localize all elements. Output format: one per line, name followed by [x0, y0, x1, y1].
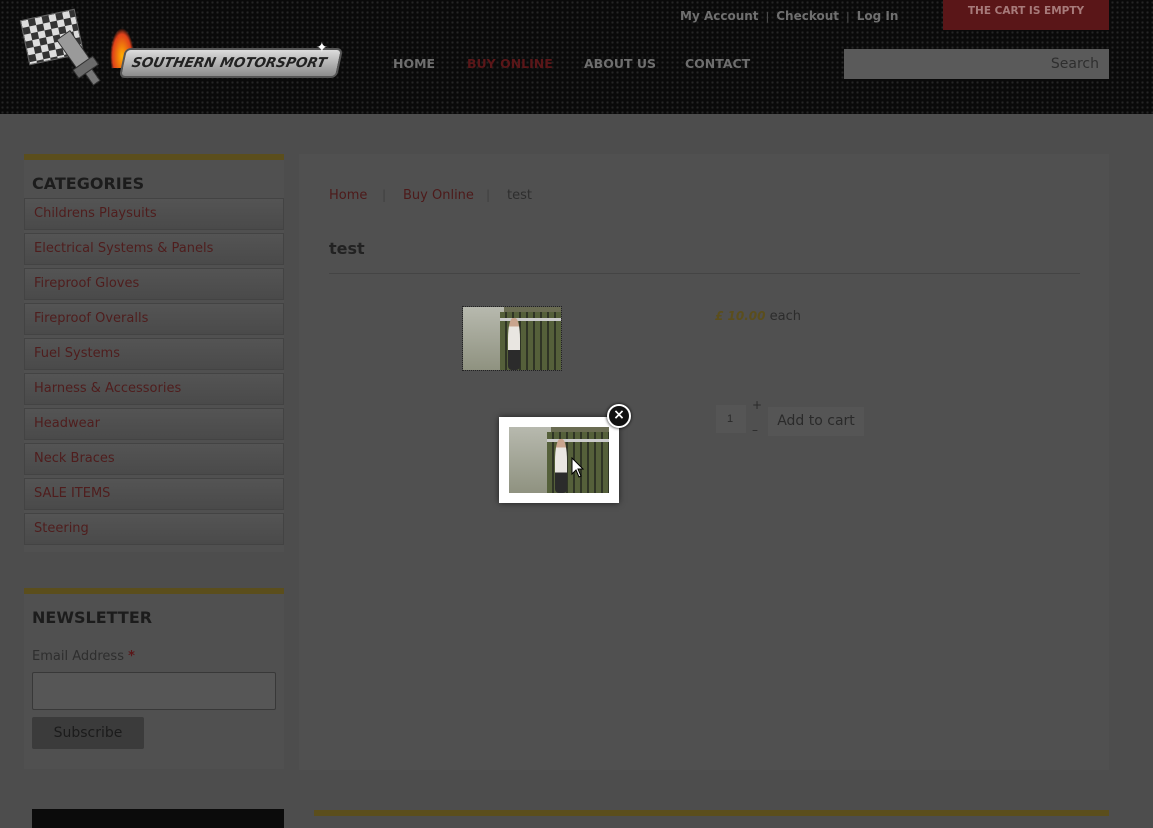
required-marker: * — [128, 649, 135, 664]
account-links: My Account | Checkout | Log In — [680, 9, 898, 23]
product-photo — [463, 307, 561, 370]
checkout-link[interactable]: Checkout — [776, 9, 839, 23]
category-item[interactable]: Headwear — [24, 408, 284, 440]
close-icon[interactable]: × — [607, 404, 631, 428]
add-to-cart-button[interactable]: Add to cart — [768, 407, 864, 436]
price-amount: £ 10.00 — [715, 309, 766, 323]
breadcrumb-separator: | — [486, 188, 491, 202]
logo-wordmark: SOUTHERN MOTORSPORT — [118, 48, 344, 78]
subscribe-button[interactable]: Subscribe — [32, 717, 144, 749]
title-divider — [329, 273, 1080, 274]
category-item[interactable]: SALE ITEMS — [24, 478, 284, 510]
category-item[interactable]: Fireproof Gloves — [24, 268, 284, 300]
footer-accent-bar — [314, 810, 1109, 816]
spark-plug-icon — [56, 29, 101, 86]
quantity-input[interactable] — [716, 405, 746, 433]
logo-text: SOUTHERN MOTORSPORT — [130, 55, 329, 71]
breadcrumb-home[interactable]: Home — [329, 188, 367, 203]
product-thumbnail[interactable] — [462, 306, 562, 371]
mouse-cursor-icon — [571, 457, 585, 478]
quantity-increase-button[interactable]: + — [752, 398, 762, 412]
quantity-decrease-button[interactable]: – — [752, 423, 758, 437]
breadcrumb-current: test — [507, 188, 532, 203]
sparkle-icon: ✦ — [316, 40, 328, 56]
link-separator: | — [846, 10, 850, 23]
email-field[interactable] — [32, 672, 276, 710]
nav-home[interactable]: HOME — [393, 56, 435, 71]
nav-about-us[interactable]: ABOUT US — [584, 56, 656, 71]
product-title: test — [329, 239, 365, 258]
link-separator: | — [765, 10, 770, 23]
footer-banner-image — [32, 809, 284, 828]
lightbox-photo — [509, 427, 609, 493]
category-item[interactable]: Neck Braces — [24, 443, 284, 475]
email-label-text: Email Address — [32, 649, 124, 664]
product-panel — [299, 154, 1109, 770]
lightbox-image[interactable] — [509, 427, 609, 493]
site-header: SOUTHERN MOTORSPORT ✦ My Account | Checkou… — [0, 0, 1153, 114]
categories-title: CATEGORIES — [32, 174, 145, 193]
email-label: Email Address * — [32, 649, 135, 664]
cart-button[interactable]: THE CART IS EMPTY — [943, 0, 1109, 30]
nav-buy-online[interactable]: BUY ONLINE — [467, 56, 553, 71]
image-lightbox[interactable] — [499, 417, 619, 503]
price-unit: each — [769, 309, 801, 324]
my-account-link[interactable]: My Account — [680, 9, 759, 23]
breadcrumb-separator: | — [382, 188, 387, 202]
product-price: £ 10.00 each — [715, 309, 801, 324]
category-item[interactable]: Fireproof Overalls — [24, 303, 284, 335]
login-link[interactable]: Log In — [857, 9, 899, 23]
nav-contact[interactable]: CONTACT — [685, 56, 750, 71]
category-item[interactable]: Fuel Systems — [24, 338, 284, 370]
site-logo[interactable]: SOUTHERN MOTORSPORT ✦ — [19, 8, 344, 98]
category-item[interactable]: Harness & Accessories — [24, 373, 284, 405]
breadcrumb-buy-online[interactable]: Buy Online — [403, 188, 474, 203]
search-input[interactable] — [844, 49, 1109, 79]
category-item[interactable]: Steering — [24, 513, 284, 545]
newsletter-title: NEWSLETTER — [32, 608, 153, 627]
category-item[interactable]: Childrens Playsuits — [24, 198, 284, 230]
category-item[interactable]: Electrical Systems & Panels — [24, 233, 284, 265]
